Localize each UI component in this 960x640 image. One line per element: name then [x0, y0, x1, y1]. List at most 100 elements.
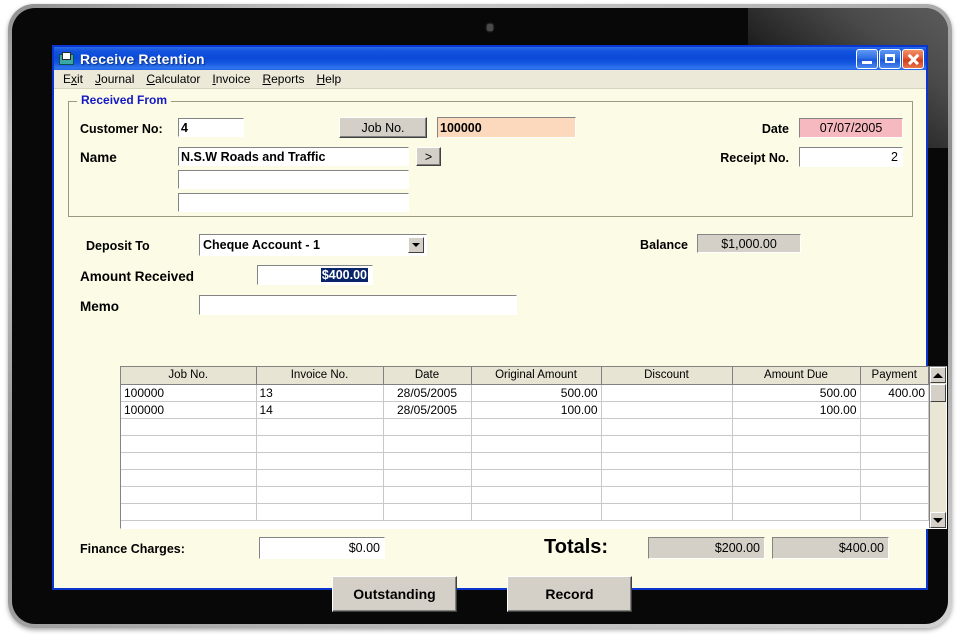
cell-invoice-no[interactable] [256, 469, 384, 487]
cell-original-amount[interactable]: 500.00 [471, 384, 602, 402]
cell-amount-due[interactable] [732, 486, 861, 504]
cell-amount-due[interactable] [732, 435, 861, 453]
table-row[interactable] [121, 418, 929, 436]
name-input[interactable]: N.S.W Roads and Traffic [178, 147, 409, 166]
cell-payment[interactable] [860, 435, 929, 453]
col-header-discount[interactable]: Discount [601, 367, 733, 385]
col-header-invoice-no[interactable]: Invoice No. [256, 367, 384, 385]
table-row[interactable] [121, 469, 929, 487]
menu-item-journal[interactable]: Journal [92, 71, 143, 87]
table-row[interactable] [121, 452, 929, 470]
cell-amount-due[interactable] [732, 469, 861, 487]
cell-invoice-no[interactable] [256, 486, 384, 504]
col-header-original-amount[interactable]: Original Amount [471, 367, 602, 385]
cell-original-amount[interactable] [471, 503, 602, 521]
col-header-job-no[interactable]: Job No. [121, 367, 257, 385]
scrollbar-track[interactable] [930, 383, 946, 512]
outstanding-button[interactable]: Outstanding [332, 576, 457, 612]
cell-amount-due[interactable]: 500.00 [732, 384, 861, 402]
cell-date[interactable] [383, 469, 472, 487]
cell-amount-due[interactable] [732, 418, 861, 436]
cell-payment[interactable]: 400.00 [860, 384, 929, 402]
cell-invoice-no[interactable] [256, 503, 384, 521]
cell-discount[interactable] [601, 435, 733, 453]
name-input-line3[interactable] [178, 193, 409, 212]
cell-job-no[interactable] [121, 469, 257, 487]
scroll-down-arrow[interactable] [930, 512, 946, 528]
col-header-date[interactable]: Date [383, 367, 472, 385]
cell-amount-due[interactable]: 100.00 [732, 401, 861, 419]
cell-date[interactable] [383, 503, 472, 521]
cell-job-no[interactable] [121, 452, 257, 470]
cell-date[interactable] [383, 452, 472, 470]
receipt-no-input[interactable]: 2 [799, 147, 903, 167]
cell-payment[interactable] [860, 486, 929, 504]
scroll-up-arrow[interactable] [930, 367, 946, 383]
table-row[interactable]: 100000 14 28/05/2005 100.00 100.00 [121, 401, 929, 419]
cell-job-no[interactable] [121, 486, 257, 504]
memo-input[interactable] [199, 295, 517, 315]
cell-job-no[interactable]: 100000 [121, 401, 257, 419]
record-button[interactable]: Record [507, 576, 632, 612]
tablet-device-frame: Receive Retention Exit Journal Calculato… [8, 4, 952, 628]
grid-scrollbar[interactable] [929, 367, 946, 528]
cell-date[interactable] [383, 435, 472, 453]
cell-discount[interactable] [601, 384, 733, 402]
cell-date[interactable] [383, 418, 472, 436]
table-row[interactable]: 100000 13 28/05/2005 500.00 500.00 400.00 [121, 384, 929, 402]
cell-discount[interactable] [601, 401, 733, 419]
menu-item-invoice[interactable]: Invoice [209, 71, 259, 87]
menu-item-help[interactable]: Help [313, 71, 350, 87]
cell-payment[interactable] [860, 503, 929, 521]
deposit-to-select[interactable]: Cheque Account - 1 [199, 234, 427, 256]
col-header-amount-due[interactable]: Amount Due [732, 367, 861, 385]
table-row[interactable] [121, 486, 929, 504]
cell-original-amount[interactable] [471, 418, 602, 436]
cell-invoice-no[interactable] [256, 452, 384, 470]
name-lookup-button[interactable]: > [416, 147, 441, 166]
cell-date[interactable]: 28/05/2005 [383, 384, 472, 402]
amount-received-input[interactable]: $400.00 [257, 265, 373, 285]
menu-item-exit[interactable]: Exit [60, 71, 92, 87]
table-row[interactable] [121, 503, 929, 521]
cell-discount[interactable] [601, 486, 733, 504]
cell-discount[interactable] [601, 469, 733, 487]
cell-date[interactable]: 28/05/2005 [383, 401, 472, 419]
cell-job-no[interactable] [121, 435, 257, 453]
cell-invoice-no[interactable]: 13 [256, 384, 384, 402]
name-input-line2[interactable] [178, 170, 409, 189]
cell-payment[interactable] [860, 452, 929, 470]
cell-original-amount[interactable] [471, 452, 602, 470]
scrollbar-thumb[interactable] [930, 384, 946, 402]
cell-payment[interactable] [860, 401, 929, 419]
customer-no-input[interactable]: 4 [178, 118, 244, 137]
cell-amount-due[interactable] [732, 452, 861, 470]
cell-discount[interactable] [601, 503, 733, 521]
cell-payment[interactable] [860, 418, 929, 436]
close-button[interactable] [902, 48, 924, 69]
table-row[interactable] [121, 435, 929, 453]
cell-original-amount[interactable]: 100.00 [471, 401, 602, 419]
col-header-payment[interactable]: Payment [860, 367, 929, 385]
maximize-button[interactable] [879, 48, 901, 69]
cell-original-amount[interactable] [471, 435, 602, 453]
menu-item-calculator[interactable]: Calculator [143, 71, 209, 87]
cell-invoice-no[interactable] [256, 435, 384, 453]
cell-job-no[interactable] [121, 503, 257, 521]
cell-discount[interactable] [601, 452, 733, 470]
finance-charges-input[interactable]: $0.00 [259, 537, 385, 559]
cell-invoice-no[interactable] [256, 418, 384, 436]
cell-original-amount[interactable] [471, 486, 602, 504]
cell-job-no[interactable]: 100000 [121, 384, 257, 402]
cell-payment[interactable] [860, 469, 929, 487]
cell-date[interactable] [383, 486, 472, 504]
cell-amount-due[interactable] [732, 503, 861, 521]
menu-item-reports[interactable]: Reports [259, 71, 313, 87]
cell-discount[interactable] [601, 418, 733, 436]
cell-job-no[interactable] [121, 418, 257, 436]
chevron-down-icon[interactable] [408, 237, 424, 253]
job-no-button[interactable]: Job No. [339, 117, 427, 138]
minimize-button[interactable] [856, 48, 878, 69]
cell-invoice-no[interactable]: 14 [256, 401, 384, 419]
cell-original-amount[interactable] [471, 469, 602, 487]
